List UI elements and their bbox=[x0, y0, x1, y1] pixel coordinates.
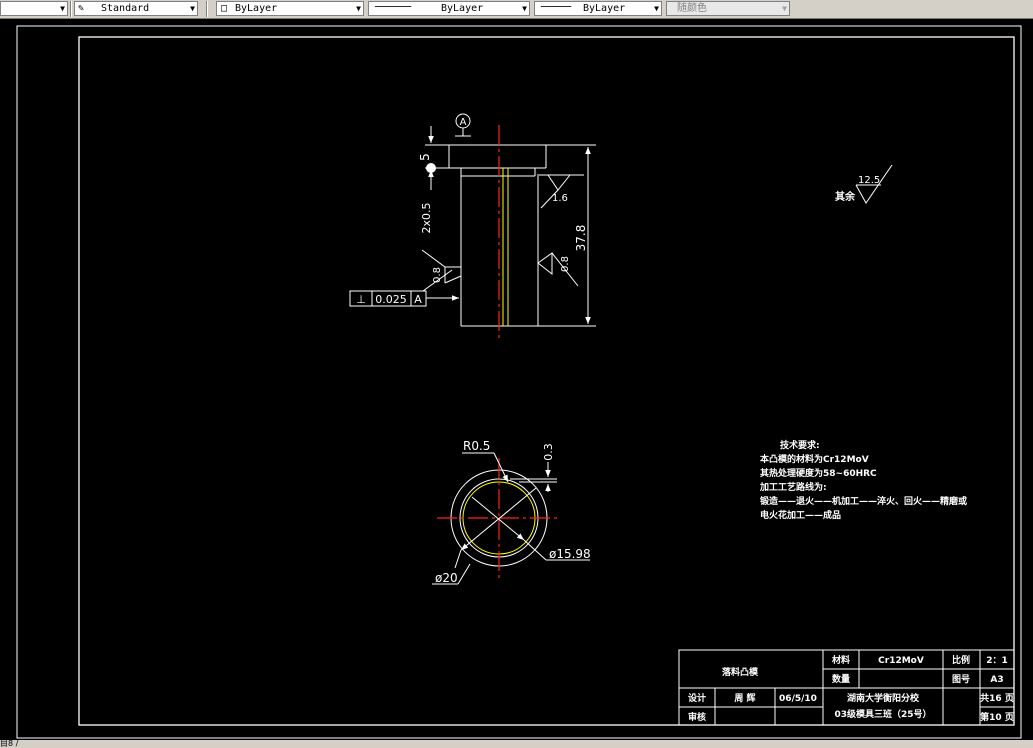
roughness-rest-value: 12.5 bbox=[858, 175, 880, 186]
linetype-dropdown[interactable]: ────── ByLayer ▼ bbox=[368, 1, 530, 16]
chevron-down-icon: ▼ bbox=[190, 4, 195, 13]
status-text: 目8 / bbox=[0, 740, 19, 748]
inner-border bbox=[78, 36, 1015, 726]
tech-line-1: 本凸模的材料为Cr12MoV bbox=[760, 453, 869, 465]
dim-5-label: 5 bbox=[418, 153, 432, 161]
tb-material: Cr12MoV bbox=[878, 656, 924, 666]
outer-border bbox=[16, 25, 1022, 739]
chamfer-marker bbox=[426, 163, 436, 173]
text-style-icon: ✎ bbox=[78, 3, 85, 14]
front-view bbox=[448, 144, 547, 327]
layer-value: ByLayer bbox=[235, 3, 278, 14]
roughness-0-8-right bbox=[537, 252, 579, 287]
roughness-rest-label: 其余 bbox=[835, 190, 856, 203]
chevron-down-icon: ▼ bbox=[356, 4, 361, 13]
color-dropdown[interactable]: 随颜色 ▼ bbox=[666, 1, 790, 16]
linetype-preview-icon: ────── bbox=[375, 2, 412, 13]
chevron-down-icon: ▼ bbox=[654, 4, 659, 13]
tb-design-label: 设计 bbox=[688, 692, 706, 704]
tolerance-value: 0.025 bbox=[375, 293, 407, 306]
layer-dropdown[interactable]: □ ByLayer ▼ bbox=[216, 1, 364, 16]
chevron-down-icon: ▼ bbox=[60, 4, 65, 13]
tb-class: 03级模具三班（25号） bbox=[834, 708, 931, 720]
dim-r05 bbox=[462, 452, 509, 483]
tech-line-3: 加工工艺路线为: bbox=[759, 481, 827, 493]
tb-material-label: 材料 bbox=[831, 654, 850, 666]
tech-line-4: 锻造——退火——机加工——淬火、回火——精磨或 bbox=[760, 495, 967, 507]
toolbar-separator bbox=[206, 1, 208, 17]
tb-date: 06/5/10 bbox=[779, 694, 817, 704]
dim-0-3-label: 0.3 bbox=[542, 443, 555, 461]
tech-requirements: 技术要求: 本凸模的材料为Cr12MoV 其热处理硬度为58~60HRC 加工工… bbox=[759, 439, 967, 521]
toolbar: ▼ ✎ Standard ▼ □ ByLayer ▼ ────── ByLaye… bbox=[0, 0, 1033, 19]
text-style-value: Standard bbox=[101, 3, 150, 14]
lineweight-value: ByLayer bbox=[583, 3, 626, 14]
dim-0-3 bbox=[510, 462, 557, 492]
color-value: 随颜色 bbox=[677, 3, 707, 14]
dim-2x05-label: 2x0.5 bbox=[420, 202, 433, 233]
roughness-1-6-label: 1.6 bbox=[552, 193, 568, 204]
tb-scale: 2：1 bbox=[986, 656, 1008, 666]
tb-part-name: 落料凸模 bbox=[722, 666, 759, 678]
dim-d20-label: ø20 bbox=[435, 571, 458, 585]
style-dropdown-partial[interactable]: ▼ bbox=[0, 1, 68, 16]
dim-r05-label: R0.5 bbox=[463, 439, 490, 453]
status-bar: 目8 / bbox=[0, 740, 1033, 748]
tech-line-5: 电火花加工——成品 bbox=[760, 509, 841, 521]
chevron-down-icon: ▼ bbox=[782, 4, 787, 13]
linetype-value: ByLayer bbox=[441, 3, 484, 14]
roughness-0-8-left-label: 0.8 bbox=[432, 267, 443, 283]
tolerance-symbol: ⊥ bbox=[356, 293, 366, 306]
lineweight-dropdown[interactable]: ───── ByLayer ▼ bbox=[534, 1, 662, 16]
tb-sheets: 共16 页 bbox=[980, 692, 1014, 704]
tb-drawno: A3 bbox=[990, 675, 1003, 685]
drawing-canvas[interactable]: A 5 2x0.5 37.8 1.6 0.8 0.8 ⊥ 0.025 A 12.… bbox=[0, 18, 1033, 740]
dim-37-8-label: 37.8 bbox=[574, 225, 588, 252]
tb-qty-label: 数量 bbox=[832, 673, 850, 685]
hidden-lines bbox=[502, 168, 509, 326]
tb-designer: 周 辉 bbox=[734, 692, 755, 704]
tb-scale-label: 比例 bbox=[952, 654, 970, 666]
tech-line-2: 其热处理硬度为58~60HRC bbox=[760, 467, 877, 479]
tb-review-label: 审核 bbox=[688, 711, 706, 723]
chevron-down-icon: ▼ bbox=[522, 4, 527, 13]
dim-d15-98-label: ø15.98 bbox=[549, 547, 591, 561]
tb-sheet-no: 第10 页 bbox=[980, 711, 1014, 723]
dim-d20 bbox=[432, 487, 537, 585]
datum-label: A bbox=[460, 117, 467, 128]
tech-title: 技术要求: bbox=[780, 439, 820, 451]
lineweight-preview-icon: ───── bbox=[541, 2, 572, 13]
tb-school: 湖南大学衡阳分校 bbox=[847, 692, 920, 704]
text-style-dropdown[interactable]: ✎ Standard ▼ bbox=[74, 1, 198, 16]
tb-drawno-label: 图号 bbox=[952, 674, 970, 685]
tolerance-datum: A bbox=[414, 293, 422, 306]
roughness-0-8-right-label: 0.8 bbox=[560, 256, 571, 272]
color-swatch-icon: □ bbox=[221, 3, 228, 14]
toolbar-separator bbox=[70, 1, 72, 17]
